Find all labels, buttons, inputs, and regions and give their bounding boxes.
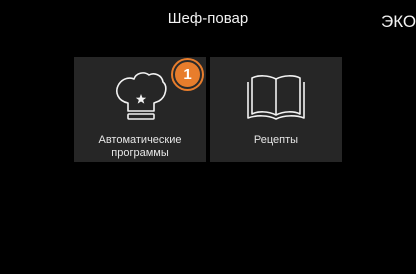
recipes-tile[interactable]: Рецепты bbox=[210, 57, 342, 162]
notification-badge: 1 bbox=[173, 60, 202, 89]
chef-screen: Шеф-повар ЭКО Автоматические программы 1… bbox=[0, 0, 416, 274]
auto-programs-label-line1: Автоматические bbox=[98, 134, 182, 146]
recipes-label: Рецепты bbox=[210, 134, 342, 147]
page-title: Шеф-повар bbox=[167, 10, 249, 27]
auto-programs-label-line2: программы bbox=[111, 147, 169, 159]
recipes-label-line1: Рецепты bbox=[253, 134, 299, 146]
open-book-icon bbox=[210, 67, 342, 125]
eco-mode-label[interactable]: ЭКО bbox=[381, 12, 416, 32]
auto-programs-label: Автоматические программы bbox=[74, 134, 206, 160]
